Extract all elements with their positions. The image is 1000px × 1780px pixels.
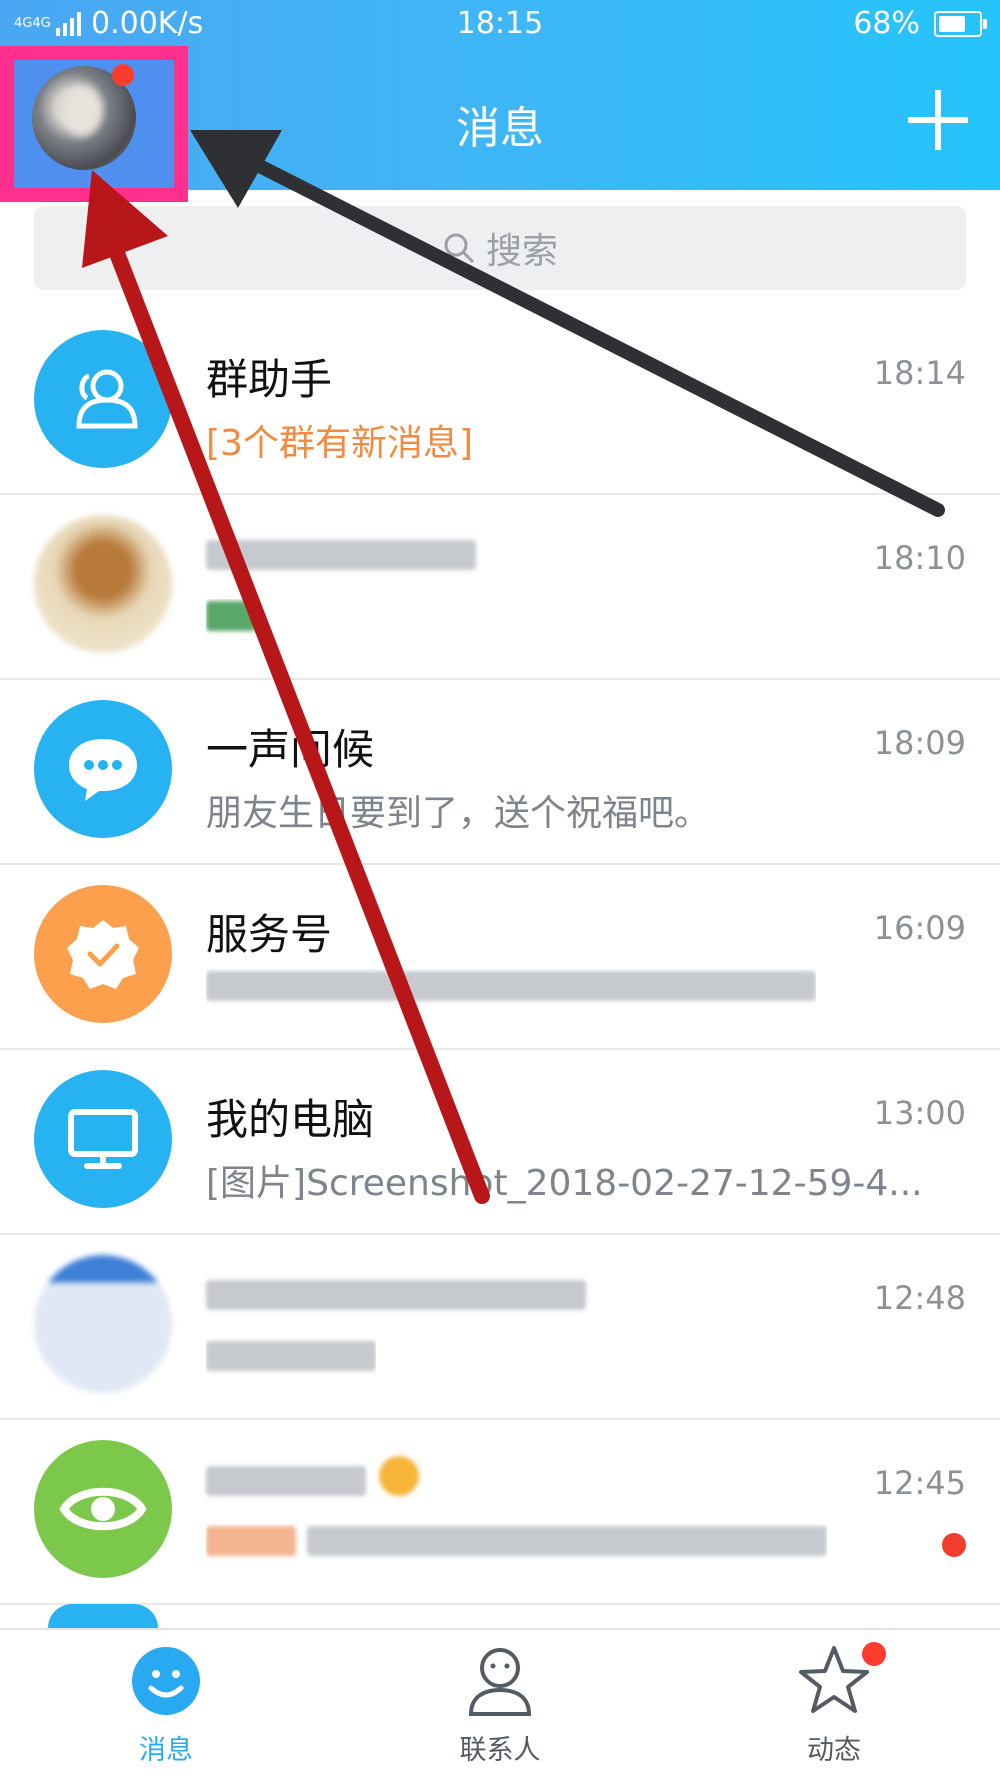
conversation-row[interactable]: 18:10 — [0, 495, 1000, 680]
tab-label: 动态 — [807, 1735, 861, 1766]
conversation-name: 服务号 — [206, 910, 333, 959]
conversation-row[interactable]: 服务号 16:09 — [0, 865, 1000, 1050]
conversation-row[interactable]: 12:48 — [0, 1235, 1000, 1420]
conversation-time: 18:14 — [873, 354, 966, 392]
conversation-time: 16:09 — [873, 909, 966, 947]
conversation-preview-redacted — [206, 599, 256, 640]
eye-icon — [34, 1440, 172, 1578]
next-row-avatar-partial — [48, 1604, 158, 1628]
person-icon — [468, 1648, 532, 1716]
conversation-row[interactable]: 一声问候 朋友生日要到了，送个祝福吧。 18:09 — [0, 680, 1000, 865]
conversation-name: 一声问候 — [206, 725, 375, 774]
search-placeholder: 搜索 — [485, 231, 558, 272]
unread-dot — [942, 1533, 966, 1557]
conversation-name-redacted — [206, 1456, 420, 1506]
conversation-preview-redacted — [206, 1524, 828, 1565]
star-icon — [799, 1646, 869, 1713]
conversation-preview: [图片]Screenshot_2018-02-27-12-59-4... — [206, 1163, 923, 1204]
conversation-name: 我的电脑 — [206, 1095, 375, 1144]
conversation-name-redacted — [206, 1271, 586, 1320]
battery-icon — [934, 10, 987, 37]
search-bar[interactable]: 搜索 — [34, 206, 966, 290]
blurred-avatar — [34, 1255, 172, 1393]
conversation-preview: [3个群有新消息] — [206, 423, 473, 464]
conversation-row[interactable]: 我的电脑 [图片]Screenshot_2018-02-27-12-59-4..… — [0, 1050, 1000, 1235]
tab-messages[interactable]: 消息 — [66, 1644, 266, 1767]
tab-activity[interactable]: 动态 — [734, 1644, 934, 1767]
conversation-row[interactable]: 群助手 [3个群有新消息] 18:14 — [0, 310, 1000, 495]
conversation-preview-redacted — [206, 969, 816, 1010]
tab-contacts[interactable]: 联系人 — [400, 1644, 600, 1767]
conversation-list: 群助手 [3个群有新消息] 18:14 18:10 一声问候 朋友生日要到了，送… — [0, 310, 1000, 1605]
conversation-time: 18:10 — [873, 539, 966, 577]
conversation-name: 群助手 — [206, 355, 333, 404]
conversation-name-redacted — [206, 531, 476, 580]
tab-bar: 消息 联系人 动态 — [0, 1628, 1000, 1780]
conversation-time: 12:45 — [873, 1464, 966, 1502]
avatar-notification-dot — [112, 64, 134, 86]
battery-percent: 68% — [853, 6, 920, 41]
status-right: 68% — [853, 6, 987, 41]
tab-label: 消息 — [139, 1735, 193, 1766]
activity-notification-dot — [862, 1642, 886, 1666]
smile-icon — [132, 1647, 200, 1715]
battery-fill — [939, 15, 965, 32]
conversation-preview-redacted — [206, 1339, 376, 1380]
conversation-time: 13:00 — [873, 1094, 966, 1132]
chat-bubble-icon — [34, 700, 172, 838]
add-plus-button[interactable] — [908, 90, 968, 150]
conversation-time: 18:09 — [873, 724, 966, 762]
conversation-time: 12:48 — [873, 1279, 966, 1317]
monitor-icon — [34, 1070, 172, 1208]
tab-label: 联系人 — [459, 1735, 541, 1766]
conversation-row[interactable]: 12:45 — [0, 1420, 1000, 1605]
group-icon — [34, 330, 172, 468]
search-icon — [444, 233, 475, 264]
clock: 18:15 — [456, 6, 544, 41]
blurred-avatar — [34, 515, 172, 653]
badge-check-icon — [34, 885, 172, 1023]
conversation-preview: 朋友生日要到了，送个祝福吧。 — [206, 793, 711, 834]
